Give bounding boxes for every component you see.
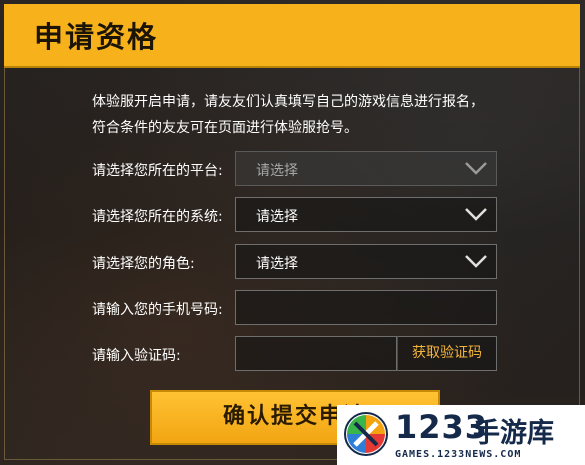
system-select-value: 请选择 <box>256 209 298 225</box>
watermark-name: 手游库 <box>473 418 554 449</box>
code-label: 请输入验证码: <box>92 348 181 364</box>
chevron-down-icon <box>465 255 487 268</box>
phone-label: 请输入您的手机号码: <box>92 302 223 318</box>
intro-text-line1: 体验服开启申请，请友友们认真填写自己的游戏信息进行报名， <box>92 94 484 110</box>
system-select[interactable]: 请选择 <box>235 197 497 232</box>
role-select[interactable]: 请选择 <box>235 244 497 279</box>
platform-select[interactable]: 请选择 <box>235 151 497 186</box>
intro-text-line2: 符合条件的友友可在页面进行体验服抢号。 <box>92 120 358 136</box>
platform-select-value: 请选择 <box>256 163 298 179</box>
role-label: 请选择您的角色: <box>92 256 195 272</box>
dialog-header: 申请资格 <box>4 4 580 68</box>
system-label: 请选择您所在的系统: <box>92 209 223 225</box>
chevron-down-icon <box>465 208 487 221</box>
platform-label: 请选择您所在的平台: <box>92 163 223 179</box>
phone-input[interactable] <box>235 290 497 325</box>
dialog-title: 申请资格 <box>34 20 159 54</box>
code-input[interactable] <box>235 336 397 371</box>
watermark-url: GAMES.1233NEWS.COM <box>395 449 522 460</box>
site-logo-icon <box>344 412 388 456</box>
role-select-value: 请选择 <box>256 256 298 272</box>
chevron-down-icon <box>465 162 487 175</box>
watermark: 1233 手游库 GAMES.1233NEWS.COM <box>337 405 585 465</box>
get-code-button[interactable]: 获取验证码 <box>397 336 497 371</box>
